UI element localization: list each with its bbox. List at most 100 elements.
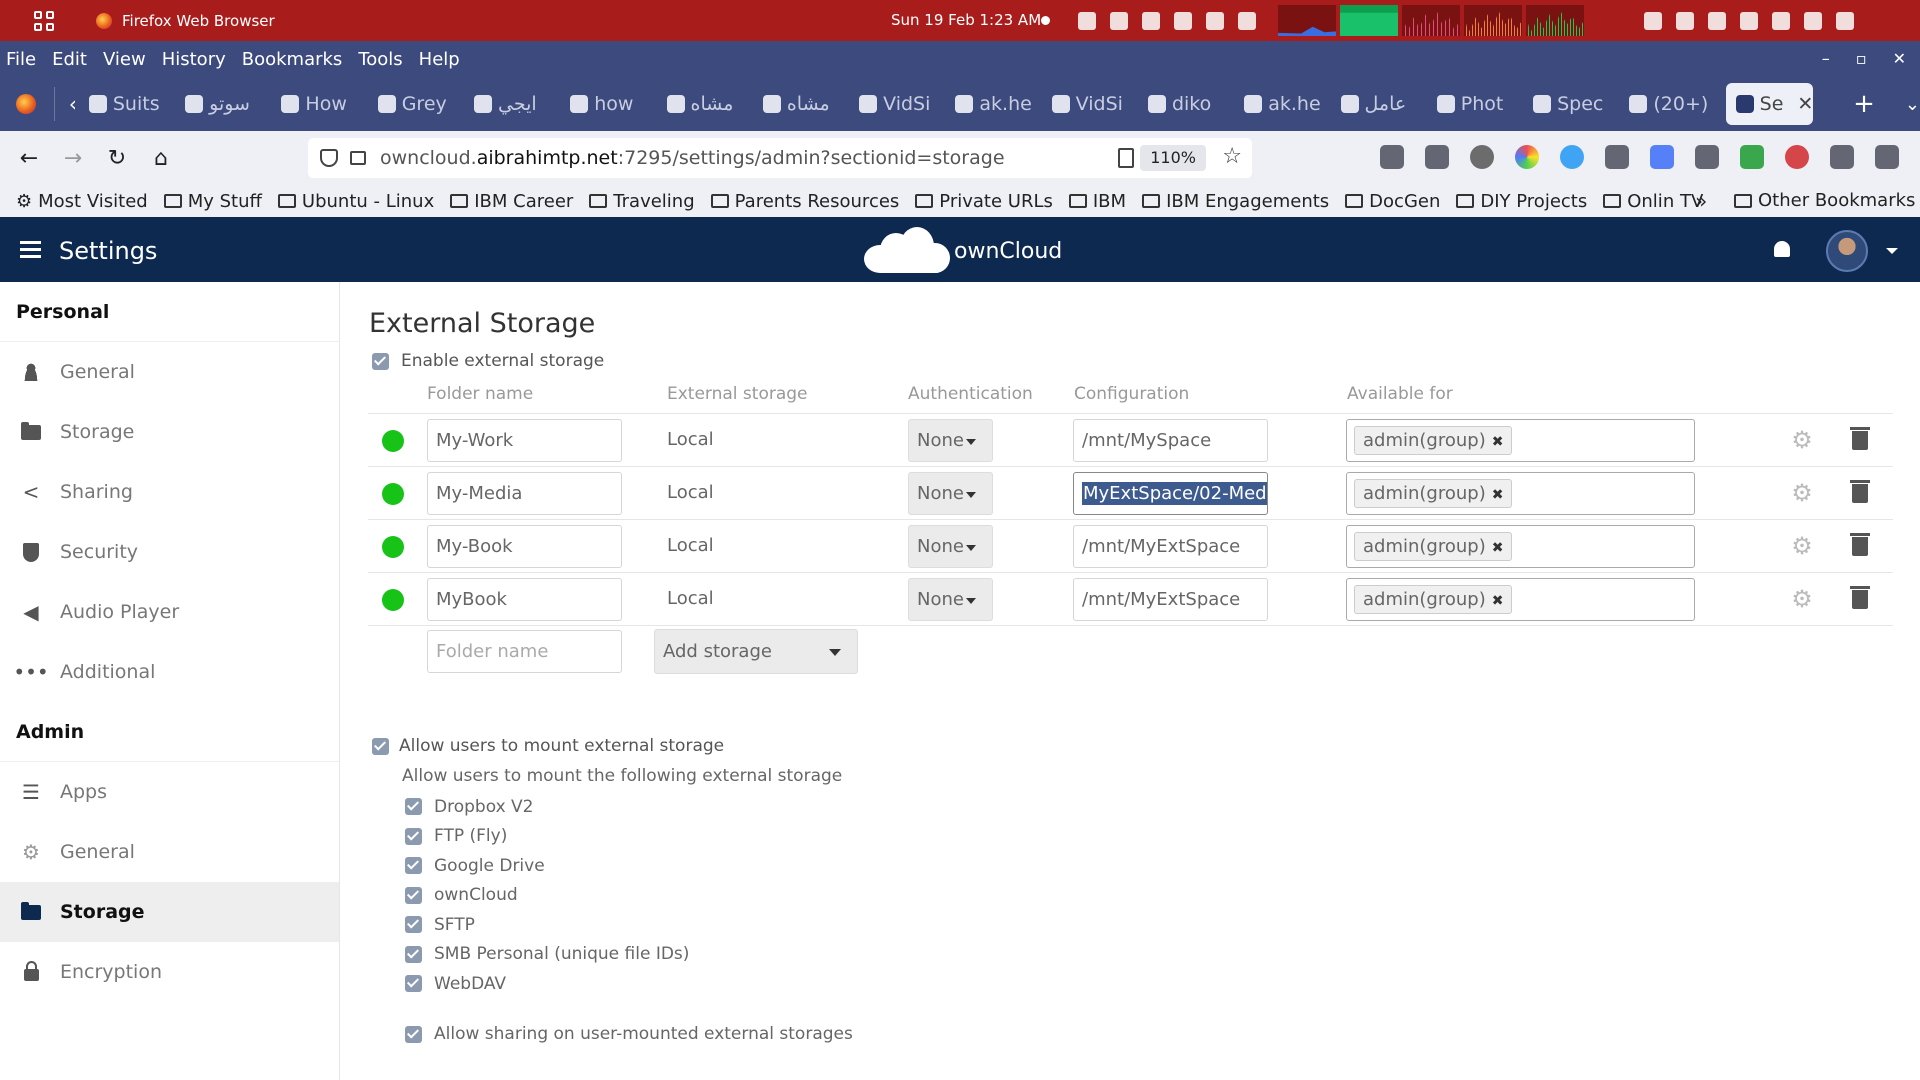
close-tab-icon[interactable]: ✕ xyxy=(1797,93,1813,115)
bookmark-folder[interactable]: Private URLs xyxy=(915,191,1053,212)
bookmark-folder[interactable]: IBM Engagements xyxy=(1142,191,1329,212)
allow-user-mounting-checkbox[interactable]: Allow users to mount external storage xyxy=(372,736,724,756)
checkbox-checked-icon[interactable] xyxy=(405,886,422,904)
home-icon[interactable]: ⌂ xyxy=(146,146,176,171)
active-browser-tab[interactable]: Se ✕ xyxy=(1725,83,1814,125)
browser-tab[interactable]: عامل xyxy=(1340,93,1437,115)
bookmark-folder[interactable]: Parents Resources xyxy=(710,191,899,212)
bookmark-folder[interactable]: My Stuff xyxy=(163,191,262,212)
browser-tab[interactable]: سوتو xyxy=(185,93,281,115)
gear-extension-icon[interactable] xyxy=(1605,145,1629,169)
app-menu-icon[interactable] xyxy=(1875,145,1899,169)
menu-bookmarks[interactable]: Bookmarks xyxy=(242,49,343,70)
authentication-select[interactable]: None xyxy=(908,525,993,568)
configuration-input[interactable]: /mnt/MyExtSpace xyxy=(1073,578,1268,621)
checkbox-checked-icon[interactable] xyxy=(405,798,422,816)
bookmark-folder[interactable]: IBM xyxy=(1068,191,1126,212)
browser-tab[interactable]: ak.he xyxy=(1244,93,1340,115)
clock[interactable]: Sun 19 Feb 1:23 AM xyxy=(891,11,1041,29)
browser-tab[interactable]: مشاه xyxy=(762,93,859,115)
backend-checkbox-google-drive[interactable]: Google Drive xyxy=(405,851,689,881)
new-tab-icon[interactable]: + xyxy=(1853,89,1875,119)
user-menu-caret-icon[interactable] xyxy=(1886,248,1898,254)
browser-tab[interactable]: مشاه xyxy=(666,93,763,115)
dropbox-icon[interactable] xyxy=(1174,12,1192,30)
notifications-bell-icon[interactable] xyxy=(1774,241,1790,257)
minimize-icon[interactable]: – xyxy=(1822,49,1830,68)
owncloud-logo-icon[interactable] xyxy=(864,227,952,273)
other-bookmarks[interactable]: Other Bookmarks xyxy=(1734,190,1915,211)
sidebar-item-additional[interactable]: ••• Additional xyxy=(0,642,339,702)
checkbox-checked-icon[interactable] xyxy=(405,945,422,963)
remove-chip-icon[interactable]: ✖ xyxy=(1492,487,1504,503)
app-grid-icon[interactable] xyxy=(34,10,54,31)
checkbox-checked-icon[interactable] xyxy=(372,737,389,755)
configuration-input[interactable]: /mnt/MySpace xyxy=(1073,419,1268,462)
shield-tray-icon[interactable] xyxy=(1110,12,1128,30)
folder-name-input[interactable]: My-Book xyxy=(427,525,622,568)
menu-edit[interactable]: Edit xyxy=(52,49,87,70)
sidebar-item-encryption[interactable]: Encryption xyxy=(0,942,339,1002)
configuration-input[interactable]: MyExtSpace/02-Media xyxy=(1073,472,1268,515)
vscode-tray-icon[interactable] xyxy=(1142,12,1160,30)
configuration-input[interactable]: /mnt/MyExtSpace xyxy=(1073,525,1268,568)
backend-checkbox-smb-personal[interactable]: SMB Personal (unique file IDs) xyxy=(405,940,689,970)
browser-tab[interactable]: ak.he xyxy=(955,93,1051,115)
reader-view-icon[interactable] xyxy=(1118,148,1134,168)
backend-checkbox-dropbox[interactable]: Dropbox V2 xyxy=(405,792,689,822)
eject-icon[interactable] xyxy=(1078,12,1096,30)
bookmark-folder[interactable]: Ubuntu - Linux xyxy=(277,191,434,212)
tracking-protection-icon[interactable] xyxy=(320,149,338,167)
downloads-icon[interactable] xyxy=(1425,145,1449,169)
authentication-select[interactable]: None xyxy=(908,419,993,462)
remove-chip-icon[interactable]: ✖ xyxy=(1492,434,1504,450)
gear-icon[interactable]: ⚙ xyxy=(1791,481,1813,505)
wifi-icon[interactable] xyxy=(1772,12,1790,30)
menu-help[interactable]: Help xyxy=(419,49,460,70)
account-extension-icon[interactable] xyxy=(1470,145,1494,169)
browser-tab[interactable]: Phot xyxy=(1436,93,1533,115)
firefox-view-icon[interactable] xyxy=(16,94,36,114)
bookmark-folder[interactable]: Onlin TV xyxy=(1603,191,1703,212)
sync-extension-icon[interactable] xyxy=(1560,145,1584,169)
browser-tab[interactable]: VidSi xyxy=(859,93,955,115)
zoom-level-button[interactable]: 110% xyxy=(1140,145,1206,171)
sidebar-item-audio-player[interactable]: ◀ Audio Player xyxy=(0,582,339,642)
color-extension-icon[interactable] xyxy=(1515,145,1539,169)
allow-sharing-checkbox[interactable]: Allow sharing on user-mounted external s… xyxy=(405,1024,853,1044)
bookmark-folder[interactable]: Traveling xyxy=(589,191,695,212)
menu-tools[interactable]: Tools xyxy=(358,49,402,70)
sidebar-item-personal-storage[interactable]: Storage xyxy=(0,402,339,462)
battery-icon[interactable] xyxy=(1836,12,1854,30)
browser-tab[interactable]: Suits xyxy=(88,93,185,115)
trash-icon[interactable] xyxy=(1850,480,1870,503)
scroll-tabs-left-icon[interactable]: ‹ xyxy=(69,92,77,116)
back-icon[interactable]: ← xyxy=(14,146,44,171)
available-for-input[interactable]: admin(group) ✖ xyxy=(1346,578,1695,621)
gear-icon[interactable]: ⚙ xyxy=(1791,534,1813,558)
backend-checkbox-ftp[interactable]: FTP (Fly) xyxy=(405,822,689,852)
remove-chip-icon[interactable]: ✖ xyxy=(1492,593,1504,609)
hamburger-menu-icon[interactable] xyxy=(20,241,41,258)
checkbox-checked-icon[interactable] xyxy=(405,975,422,993)
sidebar-item-admin-general[interactable]: ⚙ General xyxy=(0,822,339,882)
pocket-icon[interactable] xyxy=(1380,145,1404,169)
connection-lock-icon[interactable] xyxy=(350,151,366,165)
update-icon[interactable] xyxy=(1206,12,1224,30)
accessibility-icon[interactable] xyxy=(1708,12,1726,30)
zoom-meeting-icon[interactable] xyxy=(1650,145,1674,169)
bookmark-folder[interactable]: DocGen xyxy=(1345,191,1440,212)
folder-name-input[interactable]: My-Work xyxy=(427,419,622,462)
header-title[interactable]: Settings xyxy=(59,237,157,265)
trash-icon[interactable] xyxy=(1850,586,1870,609)
folder-name-input[interactable]: My-Media xyxy=(427,472,622,515)
reload-icon[interactable]: ↻ xyxy=(102,146,132,171)
clipboard-icon[interactable] xyxy=(1644,12,1662,30)
menu-history[interactable]: History xyxy=(162,49,226,70)
bookmark-star-icon[interactable]: ☆ xyxy=(1222,144,1242,169)
pinterest-icon[interactable] xyxy=(1785,145,1809,169)
checkbox-checked-icon[interactable] xyxy=(405,827,422,845)
menu-view[interactable]: View xyxy=(103,49,146,70)
trash-icon[interactable] xyxy=(1850,533,1870,556)
sidebar-item-sharing[interactable]: < Sharing xyxy=(0,462,339,522)
